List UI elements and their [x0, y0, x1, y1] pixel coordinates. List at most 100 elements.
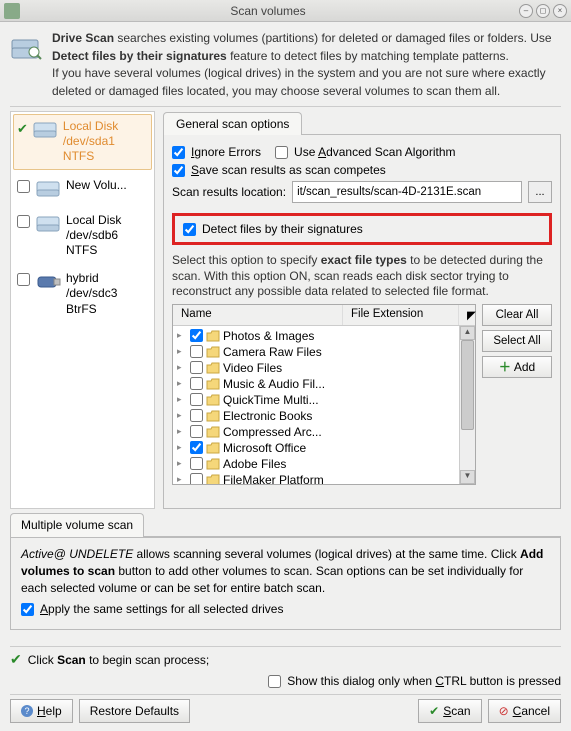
hdd-icon	[36, 213, 62, 235]
folder-icon	[206, 394, 220, 406]
expander-icon[interactable]: ▸	[177, 378, 187, 389]
drive-scan-icon	[10, 30, 42, 62]
file-type-row[interactable]: ▸ QuickTime Multi...	[175, 392, 457, 408]
file-type-checkbox[interactable]	[190, 441, 203, 454]
folder-icon	[206, 378, 220, 390]
volume-item-sdb6[interactable]: Local Disk/dev/sdb6NTFS	[11, 207, 154, 266]
save-results-checkbox[interactable]: Save scan results as scan competes	[172, 163, 386, 177]
file-type-checkbox[interactable]	[190, 329, 203, 342]
select-all-button[interactable]: Select All	[482, 330, 552, 352]
expander-icon[interactable]: ▸	[177, 458, 187, 469]
volume-item-sdc3[interactable]: hybrid/dev/sdc3BtrFS	[11, 265, 154, 324]
help-icon: ?	[21, 705, 33, 717]
column-name[interactable]: Name	[173, 305, 343, 325]
volume-list: ✔ Local Disk/dev/sda1NTFS New Volu... Lo…	[10, 111, 155, 509]
expander-icon[interactable]: ▸	[177, 426, 187, 437]
file-type-checkbox[interactable]	[190, 457, 203, 470]
grid-corner: ◤	[459, 305, 475, 325]
scan-results-location-label: Scan results location:	[172, 185, 286, 199]
apply-same-settings-checkbox[interactable]: Apply the same settings for all selected…	[21, 601, 283, 618]
titlebar: Scan volumes – ◻ ×	[0, 0, 571, 22]
file-type-label: Video Files	[223, 361, 282, 375]
file-type-checkbox[interactable]	[190, 473, 203, 484]
file-type-checkbox[interactable]	[190, 409, 203, 422]
folder-icon	[206, 442, 220, 454]
show-dialog-checkbox[interactable]: Show this dialog only when CTRL button i…	[268, 674, 561, 688]
column-extension[interactable]: File Extension	[343, 305, 459, 325]
scroll-up-button[interactable]: ▲	[460, 326, 475, 340]
folder-icon	[206, 362, 220, 374]
tab-multiple-volume-scan[interactable]: Multiple volume scan	[10, 513, 144, 537]
file-type-row[interactable]: ▸FileMaker Platform	[175, 472, 457, 484]
volume-checkbox[interactable]	[17, 215, 30, 228]
file-type-label: Photos & Images	[223, 329, 314, 343]
expander-icon[interactable]: ▸	[177, 362, 187, 373]
file-type-label: Adobe Files	[223, 457, 286, 471]
restore-defaults-button[interactable]: Restore Defaults	[79, 699, 190, 723]
intro-text: Drive Scan searches existing volumes (pa…	[52, 30, 561, 100]
file-type-label: Compressed Arc...	[223, 425, 322, 439]
advanced-scan-checkbox[interactable]: Use Advanced Scan Algorithm	[275, 145, 455, 159]
tab-general-scan-options[interactable]: General scan options	[163, 112, 302, 135]
file-type-label: Music & Audio Fil...	[223, 377, 325, 391]
window-title: Scan volumes	[20, 4, 516, 18]
file-type-checkbox[interactable]	[190, 377, 203, 390]
multiple-volume-panel: Active@ UNDELETE allows scanning several…	[10, 537, 561, 630]
ignore-errors-checkbox[interactable]: IIgnore Errorsgnore Errors	[172, 145, 261, 159]
app-icon	[4, 3, 20, 19]
plus-icon: ＋	[499, 358, 511, 375]
help-button[interactable]: ?Help	[10, 699, 73, 723]
detect-signatures-highlight: Detect files by their signatures	[172, 213, 552, 245]
file-type-checkbox[interactable]	[190, 393, 203, 406]
folder-icon	[206, 410, 220, 422]
maximize-button[interactable]: ◻	[536, 4, 550, 18]
scan-button[interactable]: ✔Scan	[418, 699, 481, 723]
volume-item-newvol[interactable]: New Volu...	[11, 172, 154, 207]
minimize-button[interactable]: –	[519, 4, 533, 18]
scan-hint: ✔ Click Scan to begin scan process;	[10, 651, 561, 668]
file-type-row[interactable]: ▸ Photos & Images	[175, 328, 457, 344]
hdd-icon	[36, 178, 62, 200]
expander-icon[interactable]: ▸	[177, 330, 187, 341]
scroll-down-button[interactable]: ▼	[460, 470, 475, 484]
file-type-row[interactable]: ▸ Video Files	[175, 360, 457, 376]
file-type-row[interactable]: ▸Electronic Books	[175, 408, 457, 424]
expander-icon[interactable]: ▸	[177, 346, 187, 357]
scan-results-path-input[interactable]	[292, 181, 522, 203]
file-type-checkbox[interactable]	[190, 425, 203, 438]
expander-icon[interactable]: ▸	[177, 394, 187, 405]
close-button[interactable]: ×	[553, 4, 567, 18]
expander-icon[interactable]: ▸	[177, 410, 187, 421]
file-type-label: Camera Raw Files	[223, 345, 322, 359]
cancel-button[interactable]: ⊘Cancel	[488, 699, 561, 723]
volume-checkbox[interactable]	[17, 273, 30, 286]
expander-icon[interactable]: ▸	[177, 442, 187, 453]
file-type-row[interactable]: ▸ Microsoft Office	[175, 440, 457, 456]
usb-icon	[36, 271, 62, 293]
file-type-row[interactable]: ▸ Music & Audio Fil...	[175, 376, 457, 392]
volume-item-sda1[interactable]: ✔ Local Disk/dev/sda1NTFS	[13, 114, 152, 170]
file-type-checkbox[interactable]	[190, 345, 203, 358]
file-types-grid: Name File Extension ◤ ▸ Photos & Images ▸ C…	[172, 304, 476, 485]
file-type-checkbox[interactable]	[190, 361, 203, 374]
intro-block: Drive Scan searches existing volumes (pa…	[10, 30, 561, 100]
folder-icon	[206, 458, 220, 470]
folder-icon	[206, 474, 220, 484]
scroll-thumb[interactable]	[461, 340, 474, 430]
check-icon: ✔	[17, 121, 28, 137]
add-button[interactable]: ＋Add	[482, 356, 552, 378]
file-type-label: Microsoft Office	[223, 441, 306, 455]
vertical-scrollbar[interactable]: ▲ ▼	[459, 326, 475, 484]
check-icon: ✔	[10, 651, 22, 668]
expander-icon[interactable]: ▸	[177, 474, 187, 484]
detect-signatures-checkbox[interactable]: Detect files by their signatures	[183, 222, 541, 236]
file-type-row[interactable]: ▸ Camera Raw Files	[175, 344, 457, 360]
volume-checkbox[interactable]	[17, 180, 30, 193]
file-type-row[interactable]: ▸ Adobe Files	[175, 456, 457, 472]
file-type-row[interactable]: ▸ Compressed Arc...	[175, 424, 457, 440]
check-icon: ✔	[429, 704, 439, 718]
clear-all-button[interactable]: Clear All	[482, 304, 552, 326]
file-type-label: QuickTime Multi...	[223, 393, 319, 407]
folder-icon	[206, 426, 220, 438]
browse-button[interactable]: ...	[528, 181, 552, 203]
